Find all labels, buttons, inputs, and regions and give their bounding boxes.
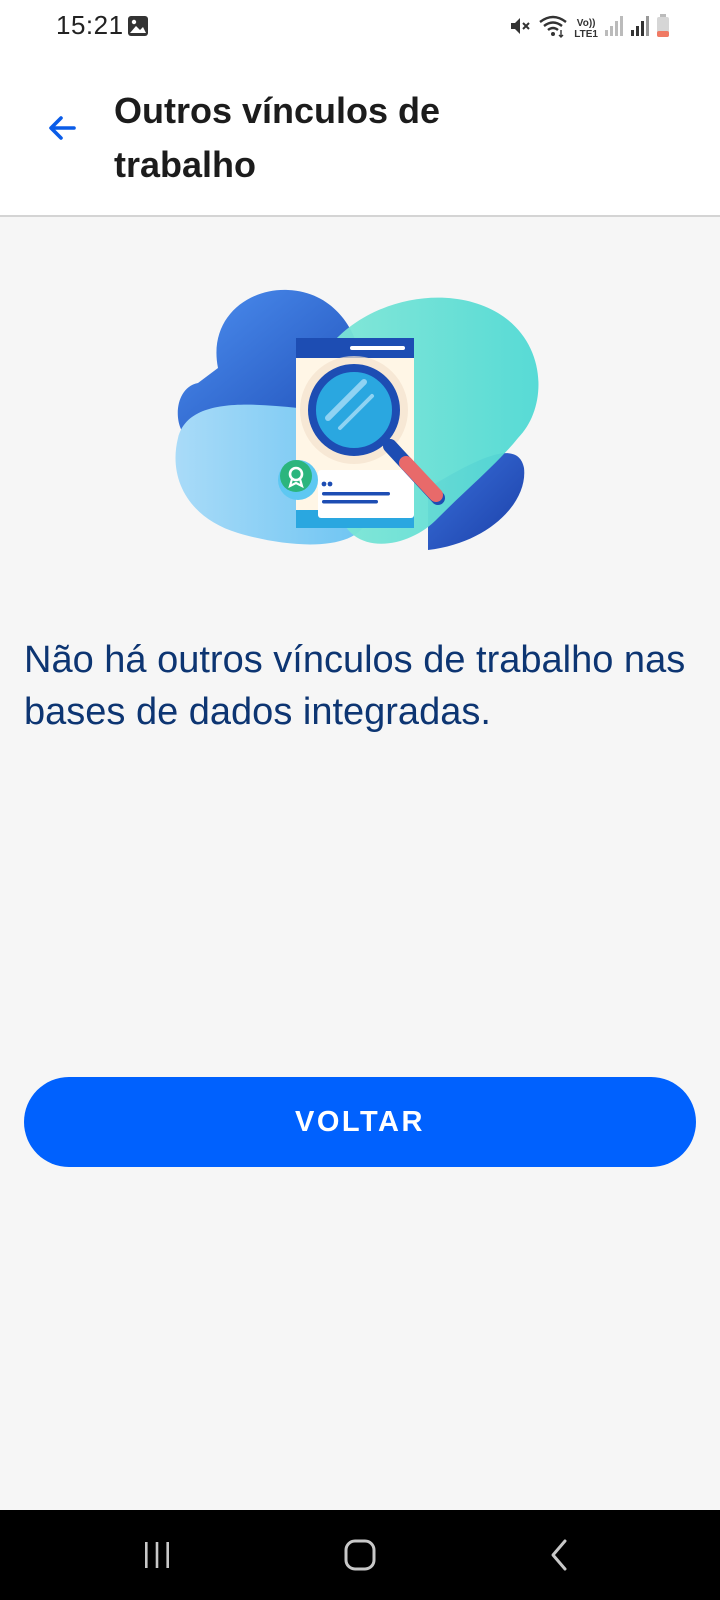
mute-icon: [508, 14, 532, 43]
back-icon: [551, 1539, 567, 1571]
document-search-illustration: [168, 288, 552, 562]
status-bar: 15:21 Vo)) LTE1: [0, 0, 720, 54]
voltar-button[interactable]: VOLTAR: [24, 1077, 696, 1167]
signal-icon: [604, 15, 624, 42]
recent-apps-icon: [145, 1542, 169, 1568]
back-button[interactable]: [40, 106, 84, 150]
app-bar: Outros vínculos de trabalho: [0, 54, 720, 217]
screen: 15:21 Vo)) LTE1 Outros vínculos de traba…: [0, 0, 720, 1600]
recent-apps-button[interactable]: [127, 1530, 187, 1580]
system-back-button[interactable]: [530, 1530, 590, 1580]
arrow-left-icon: [49, 116, 76, 140]
home-icon: [344, 1539, 376, 1571]
battery-icon: [656, 14, 670, 43]
nav-bar: [0, 1510, 720, 1600]
volte-top-label: Vo)): [576, 17, 596, 29]
signal-icon: [630, 15, 650, 42]
home-button[interactable]: [330, 1530, 390, 1580]
volte-bottom-label: LTE1: [574, 28, 598, 40]
wifi-icon: [538, 14, 568, 43]
status-icons: Vo)) LTE1: [508, 14, 670, 43]
page-title: Outros vínculos de trabalho: [114, 90, 441, 185]
gallery-icon: [127, 15, 149, 42]
volte-icon: Vo)) LTE1: [574, 18, 598, 40]
empty-state-message: Não há outros vínculos de trabalho nas b…: [24, 639, 686, 733]
status-time: 15:21: [56, 10, 124, 40]
